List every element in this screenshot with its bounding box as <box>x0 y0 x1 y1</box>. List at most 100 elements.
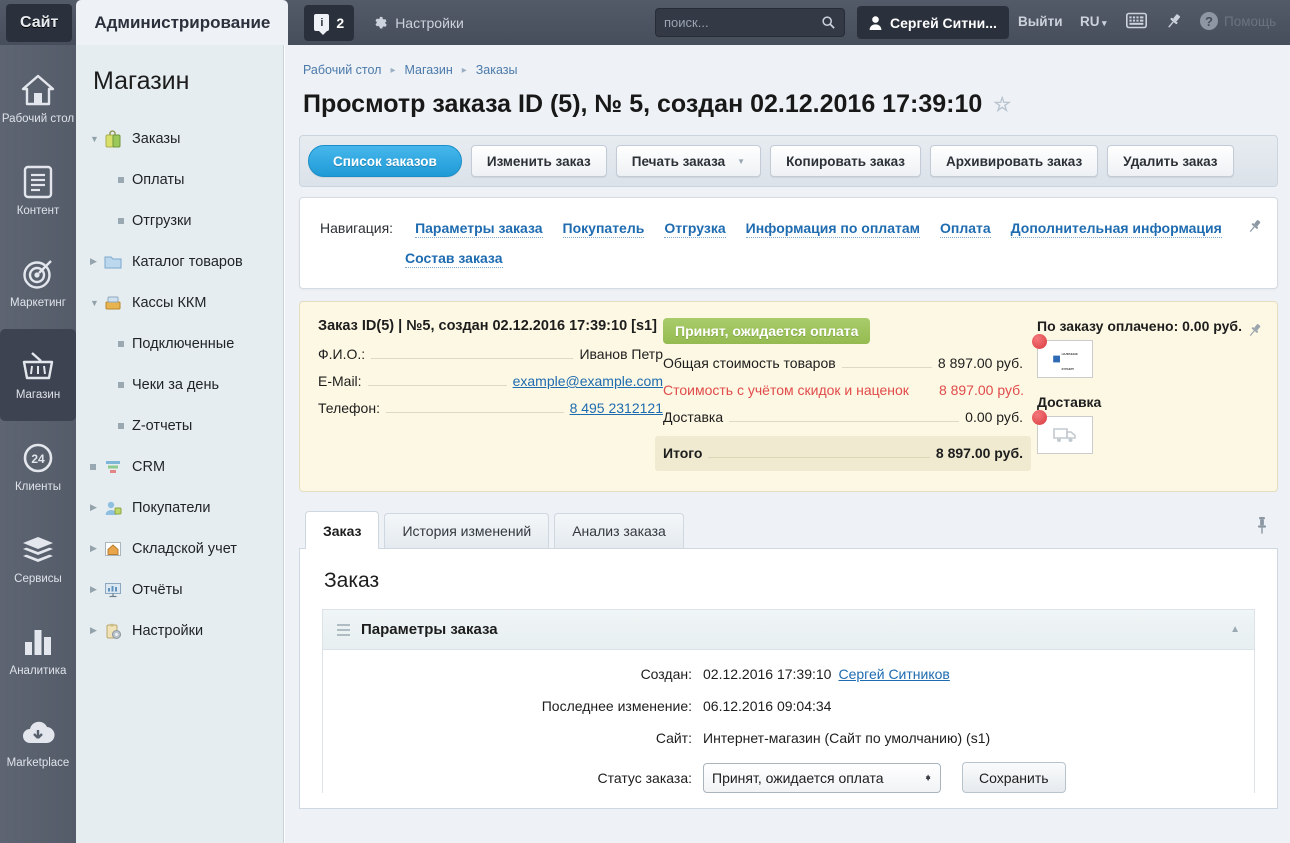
print-order-button[interactable]: Печать заказа ▼ <box>616 145 761 177</box>
rail-item-marketing[interactable]: Маркетинг <box>0 237 76 329</box>
rail-item-clients[interactable]: 24 Клиенты <box>0 421 76 513</box>
rail-item-desktop[interactable]: Рабочий стол <box>0 53 76 145</box>
tab-label: История изменений <box>402 523 531 539</box>
orders-list-button[interactable]: Список заказов <box>308 145 462 177</box>
notification-counter[interactable]: i 2 <box>304 5 354 41</box>
nav-link-buyer[interactable]: Покупатель <box>563 220 645 238</box>
bullet-icon <box>118 218 132 224</box>
keyboard-icon[interactable] <box>1126 12 1147 34</box>
leader-dots <box>371 358 573 359</box>
settings-button[interactable]: Настройки <box>372 15 464 31</box>
rail-item-label: Маркетинг <box>10 297 66 311</box>
row-label: Сайт: <box>323 730 703 746</box>
row-last-modified: Последнее изменение: 06.12.2016 09:04:34 <box>323 698 1254 714</box>
sidebar-item-buyers[interactable]: ▶ Покупатели <box>76 487 283 528</box>
pin-icon[interactable] <box>1246 322 1263 344</box>
order-header: Заказ ID(5) | №5, создан 02.12.2016 17:3… <box>318 318 663 334</box>
sidebar-item-warehouse[interactable]: ▶ Складской учет <box>76 528 283 569</box>
breadcrumb-item-desktop[interactable]: Рабочий стол <box>303 63 381 77</box>
report-icon <box>104 582 126 598</box>
tab-change-history[interactable]: История изменений <box>384 513 549 548</box>
nav-link-payment-info[interactable]: Информация по оплатам <box>746 220 920 238</box>
sidebar-item-connected[interactable]: Подключенные <box>76 323 283 364</box>
payment-tile[interactable]: НАЛИЧНЫЕ КУРЬЕРУ <box>1037 340 1093 378</box>
rail-item-analytics[interactable]: Аналитика <box>0 605 76 697</box>
chevron-right-icon[interactable]: ▶ <box>90 256 104 267</box>
order-status-select[interactable]: Принят, ожидается оплата ▲▼ <box>703 763 941 793</box>
chevron-right-icon[interactable]: ▶ <box>90 543 104 554</box>
sidebar-item-catalog[interactable]: ▶ Каталог товаров <box>76 241 283 282</box>
nav-link-extra-info[interactable]: Дополнительная информация <box>1011 220 1222 238</box>
workspace: Рабочий стол ▸ Магазин ▸ Заказы Просмотр… <box>285 45 1290 843</box>
nav-link-payment[interactable]: Оплата <box>940 220 991 238</box>
nav-link-order-params[interactable]: Параметры заказа <box>415 220 542 238</box>
breadcrumb-item-orders[interactable]: Заказы <box>476 63 518 77</box>
sidebar-item-reports[interactable]: ▶ Отчёты <box>76 569 283 610</box>
delete-order-button[interactable]: Удалить заказ <box>1107 145 1233 177</box>
amount-value: 0.00 руб. <box>965 409 1023 425</box>
sidebar-item-orders[interactable]: ▼ Заказы <box>76 118 283 159</box>
search-icon[interactable] <box>821 15 836 30</box>
pin-vertical-icon[interactable] <box>1254 516 1270 539</box>
chevron-right-icon[interactable]: ▶ <box>90 625 104 636</box>
save-status-button[interactable]: Сохранить <box>962 762 1066 793</box>
sidebar-item-shipments[interactable]: Отгрузки <box>76 200 283 241</box>
nav-link-order-contents[interactable]: Состав заказа <box>405 250 503 268</box>
button-label: Печать заказа <box>632 154 725 169</box>
edit-order-button[interactable]: Изменить заказ <box>471 145 607 177</box>
rail-item-label: Аналитика <box>10 665 67 679</box>
rail-item-services[interactable]: Сервисы <box>0 513 76 605</box>
archive-order-button[interactable]: Архивировать заказ <box>930 145 1098 177</box>
section-header[interactable]: Параметры заказа ▲ <box>323 610 1254 650</box>
sidebar-item-label: Оплаты <box>132 172 184 188</box>
chevron-down-icon[interactable]: ▼ <box>90 298 104 308</box>
sidebar-item-daily-receipts[interactable]: Чеки за день <box>76 364 283 405</box>
help-button[interactable]: ? Помощь <box>1200 12 1276 30</box>
search-input[interactable]: поиск... <box>655 8 845 37</box>
sidebar-item-payments[interactable]: Оплаты <box>76 159 283 200</box>
delivery-tile[interactable] <box>1037 416 1093 454</box>
bullet-icon <box>118 423 132 429</box>
rail-item-content[interactable]: Контент <box>0 145 76 237</box>
breadcrumb-item-shop[interactable]: Магазин <box>405 63 453 77</box>
chevron-down-icon[interactable]: ▼ <box>90 134 104 144</box>
sidebar-item-z-reports[interactable]: Z-отчеты <box>76 405 283 446</box>
gear-icon <box>372 15 387 30</box>
user-menu-button[interactable]: Сергей Ситни... <box>857 6 1009 39</box>
site-button[interactable]: Сайт <box>6 4 72 42</box>
created-by-link[interactable]: Сергей Ситников <box>838 666 949 682</box>
admin-tab[interactable]: Администрирование <box>76 0 288 45</box>
tab-order-analysis[interactable]: Анализ заказа <box>554 513 684 548</box>
sidebar-item-label: Z-отчеты <box>132 418 192 434</box>
phone-link[interactable]: 8 495 2312121 <box>570 400 663 416</box>
chevron-right-icon[interactable]: ▶ <box>90 502 104 513</box>
selected-option: Принят, ожидается оплата <box>712 770 884 786</box>
star-icon[interactable]: ☆ <box>993 92 1011 117</box>
pin-icon[interactable] <box>1164 12 1183 36</box>
language-switch[interactable]: RU ▾ <box>1080 14 1107 29</box>
row-label: Создан: <box>323 666 703 682</box>
nav-link-shipment[interactable]: Отгрузка <box>664 220 725 238</box>
logout-link[interactable]: Выйти <box>1018 14 1063 29</box>
status-badge: Принят, ожидается оплата <box>663 318 870 344</box>
sidebar-item-settings[interactable]: ▶ Настройки <box>76 610 283 651</box>
funnel-icon <box>104 459 126 475</box>
amount-value: 8 897.00 руб. <box>938 355 1023 371</box>
sidebar-item-crm[interactable]: CRM <box>76 446 283 487</box>
copy-order-button[interactable]: Копировать заказ <box>770 145 921 177</box>
row-order-status: Статус заказа: Принят, ожидается оплата … <box>323 762 1254 793</box>
chevron-right-icon[interactable]: ▶ <box>90 584 104 595</box>
tab-order[interactable]: Заказ <box>305 511 379 549</box>
pin-icon[interactable] <box>1246 218 1263 240</box>
rail-item-shop[interactable]: Магазин <box>0 329 76 421</box>
email-link[interactable]: example@example.com <box>513 373 663 389</box>
field-value: Иванов Петр <box>579 346 663 362</box>
sidebar-item-label: Каталог товаров <box>132 254 243 270</box>
chevron-up-icon[interactable]: ▲ <box>1230 624 1240 635</box>
button-label: Сохранить <box>979 770 1049 786</box>
rail-item-label: Рабочий стол <box>2 113 74 127</box>
drag-grip-icon[interactable] <box>337 624 350 636</box>
sidebar-item-cashboxes[interactable]: ▼ Кассы ККМ <box>76 282 283 323</box>
counter-value: 2 <box>336 15 344 31</box>
rail-item-marketplace[interactable]: Marketplace <box>0 697 76 789</box>
